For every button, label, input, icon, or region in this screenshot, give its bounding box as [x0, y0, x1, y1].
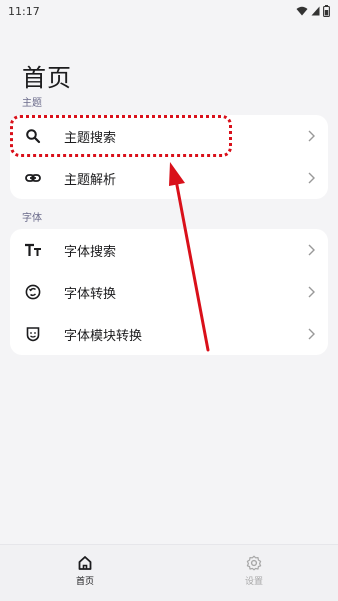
section-label-theme: 主题 — [22, 98, 42, 109]
nav-settings[interactable]: 设置 — [224, 555, 284, 587]
chevron-right-icon — [308, 130, 315, 142]
gear-icon — [246, 555, 262, 571]
bottom-nav: 首页 设置 — [0, 544, 338, 601]
status-icons — [296, 5, 330, 17]
font-search-label: 字体搜索 — [64, 244, 117, 260]
page-title: 首页 — [22, 64, 72, 92]
chevron-right-icon — [308, 286, 315, 298]
status-bar: 11:17 — [0, 0, 338, 22]
signal-icon — [311, 6, 320, 16]
link-icon — [24, 169, 42, 187]
section-label-font: 字体 — [22, 213, 42, 224]
theme-parse-label: 主题解析 — [64, 172, 117, 188]
chevron-right-icon — [308, 328, 315, 340]
nav-home[interactable]: 首页 — [55, 555, 115, 587]
font-convert-item[interactable]: 字体转换 — [10, 271, 328, 313]
nav-home-label: 首页 — [75, 577, 94, 587]
font-module-convert-item[interactable]: 字体模块转换 — [10, 313, 328, 355]
font-module-convert-label: 字体模块转换 — [64, 328, 143, 344]
home-icon — [78, 556, 92, 570]
chevron-right-icon — [308, 172, 315, 184]
font-convert-label: 字体转换 — [64, 286, 117, 302]
wifi-icon — [296, 6, 308, 16]
font-size-icon — [24, 241, 42, 259]
theme-parse-item[interactable]: 主题解析 — [10, 157, 328, 199]
font-convert-icon — [24, 283, 42, 301]
nav-settings-label: 设置 — [244, 577, 263, 587]
font-search-item[interactable]: 字体搜索 — [10, 229, 328, 271]
battery-icon — [323, 5, 330, 17]
search-icon — [24, 127, 42, 145]
theme-search-item[interactable]: 主题搜索 — [10, 115, 328, 157]
chevron-right-icon — [308, 244, 315, 256]
theme-card: 主题搜索 主题解析 — [10, 115, 328, 199]
font-module-icon — [24, 325, 42, 343]
font-card: 字体搜索 字体转换 字体模块转换 — [10, 229, 328, 355]
status-time: 11:17 — [8, 4, 40, 18]
theme-search-label: 主题搜索 — [64, 130, 117, 146]
